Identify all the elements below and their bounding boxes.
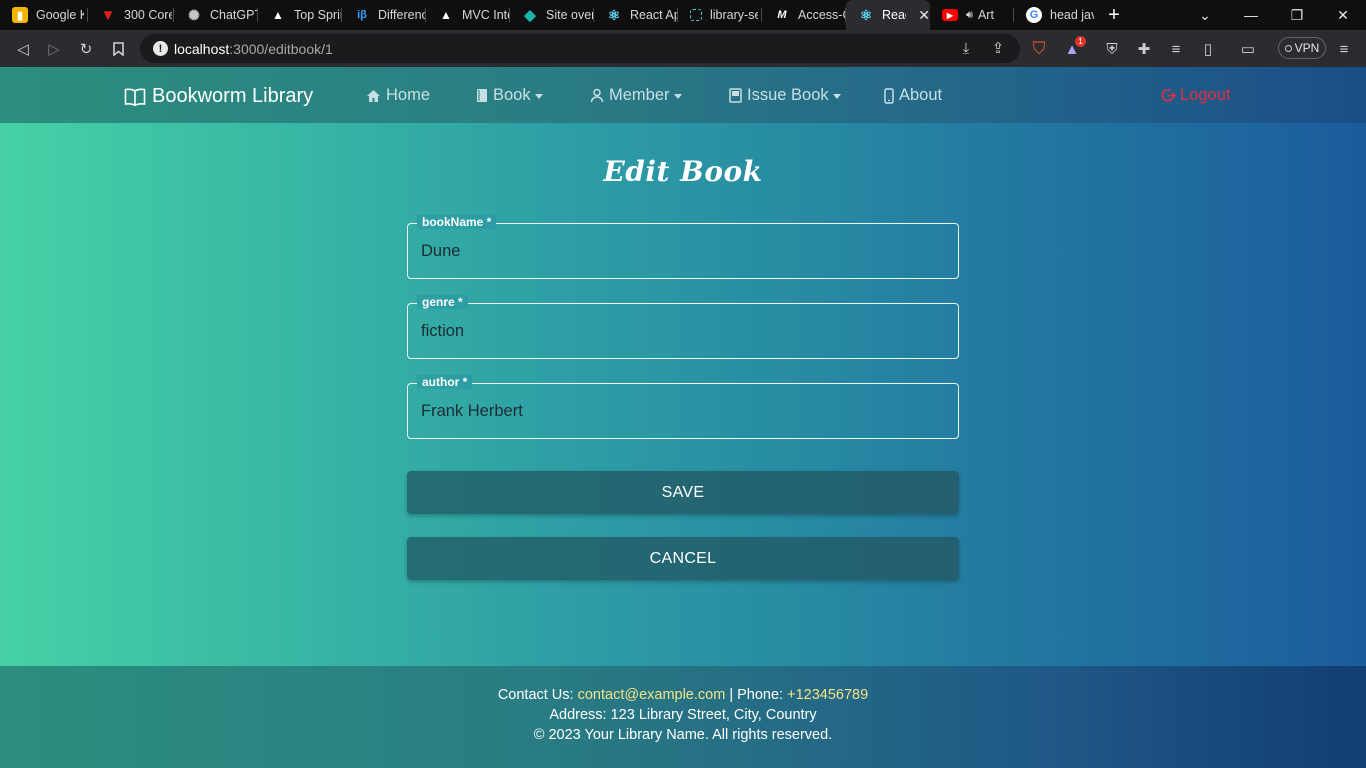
browser-tab[interactable]: G head java: [1014, 0, 1094, 30]
caret-down-icon: [534, 93, 543, 99]
nav-book-dropdown[interactable]: Book: [476, 86, 543, 105]
baeldung-icon: ▲: [272, 8, 284, 22]
chatgpt-icon: ✺: [188, 6, 200, 23]
logout-link[interactable]: Logout: [1161, 86, 1230, 105]
minimize-button[interactable]: —: [1228, 0, 1274, 30]
browser-tab-strip: ▮ Google K ▼ 300 Core ✺ ChatGPT ▲ Top Sp…: [0, 0, 1366, 30]
shield-icon[interactable]: ⛨: [1101, 38, 1123, 60]
restore-button[interactable]: ❐: [1274, 0, 1320, 30]
browser-tab[interactable]: ▼ 300 Core: [88, 0, 174, 30]
brand-link[interactable]: Bookworm Library: [124, 85, 313, 108]
person-icon: [590, 88, 604, 103]
back-icon[interactable]: ◁: [12, 38, 34, 60]
footer-phone-link[interactable]: +123456789: [787, 687, 868, 703]
author-input[interactable]: [408, 384, 958, 438]
install-app-icon[interactable]: ⤓: [955, 37, 977, 59]
book-name-field[interactable]: bookName *: [407, 215, 959, 279]
open-book-icon: [124, 88, 146, 106]
google-keep-icon: ▮: [12, 7, 28, 23]
footer-address: Address: 123 Library Street, City, Count…: [549, 707, 817, 723]
close-window-button[interactable]: ✕: [1320, 0, 1366, 30]
journal-icon: [729, 88, 742, 103]
footer-email-link[interactable]: contact@example.com: [578, 687, 726, 703]
codesandbox-icon: [690, 9, 702, 21]
menu-icon[interactable]: ≡: [1333, 38, 1355, 60]
browser-tab[interactable]: library-se: [678, 0, 762, 30]
notification-badge: 1: [1075, 36, 1086, 47]
nav-issue-book-dropdown[interactable]: Issue Book: [729, 86, 841, 105]
phone-icon: [884, 87, 894, 104]
save-button[interactable]: SAVE: [407, 471, 959, 514]
nav-about[interactable]: About: [884, 86, 942, 105]
brave-shields-icon[interactable]: ⛉: [1028, 38, 1050, 60]
sidebar-icon[interactable]: ▯: [1197, 38, 1219, 60]
address-bar[interactable]: ! localhost:3000/editbook/1 ⤓ ⇪: [140, 34, 1020, 63]
reload-icon[interactable]: ↻: [75, 38, 97, 60]
nav-member-dropdown[interactable]: Member: [590, 86, 682, 105]
browser-tab[interactable]: ◆ Site over: [510, 0, 594, 30]
wallet-icon[interactable]: ▭: [1237, 38, 1259, 60]
caret-down-icon: [673, 93, 682, 99]
ib-icon: iβ: [357, 9, 367, 21]
browser-tab[interactable]: iβ Differenc: [342, 0, 426, 30]
browser-tab[interactable]: ⚛ React Ap: [594, 0, 678, 30]
share-icon[interactable]: ⇪: [987, 37, 1009, 59]
site-info-icon[interactable]: !: [153, 41, 168, 56]
browser-tab[interactable]: ▮ Google K: [0, 0, 88, 30]
book-name-input[interactable]: [408, 224, 958, 278]
page-title: Edit Book: [603, 155, 763, 188]
audio-playing-icon[interactable]: 🔊︎: [966, 9, 973, 22]
new-tab-button[interactable]: +: [1094, 0, 1134, 30]
react-icon: ⚛: [607, 6, 621, 23]
browser-tab[interactable]: M Access-C: [762, 0, 846, 30]
logout-icon: [1161, 89, 1176, 102]
browser-tab[interactable]: ✺ ChatGPT: [174, 0, 258, 30]
browser-tab[interactable]: ▲ MVC Inte: [426, 0, 510, 30]
google-icon: G: [1026, 7, 1042, 23]
baeldung-icon: ▲: [440, 8, 452, 22]
genre-input[interactable]: [408, 304, 958, 358]
v-logo-icon: ▼: [100, 6, 116, 24]
home-icon: [367, 89, 380, 102]
page: Bookworm Library Home Book Member Issue …: [0, 67, 1366, 768]
author-field[interactable]: author *: [407, 375, 959, 439]
footer-contact-line: Contact Us: contact@example.com | Phone:…: [497, 687, 869, 703]
navbar: Bookworm Library Home Book Member Issue …: [0, 67, 1366, 123]
react-icon: ⚛: [859, 6, 873, 23]
browser-tab[interactable]: ▲ Top Sprin: [258, 0, 342, 30]
footer: Contact Us: contact@example.com | Phone:…: [0, 666, 1366, 768]
forward-icon[interactable]: ▷: [43, 38, 65, 60]
url-text[interactable]: localhost:3000/editbook/1: [174, 41, 333, 57]
nav-home[interactable]: Home: [366, 86, 430, 105]
mdn-icon: M: [777, 9, 787, 21]
vpn-dot-icon: [1284, 44, 1292, 52]
close-tab-icon[interactable]: ✕: [918, 7, 930, 24]
browser-toolbar: ◁ ▷ ↻ ! localhost:3000/editbook/1 ⤓ ⇪ ⛉ …: [0, 30, 1366, 67]
vpn-button[interactable]: VPN: [1278, 37, 1326, 59]
book-icon: [477, 89, 487, 102]
extensions-icon[interactable]: ✚: [1133, 38, 1155, 60]
cancel-button[interactable]: CANCEL: [407, 537, 959, 580]
diamond-icon: ◆: [524, 7, 536, 24]
playlist-icon[interactable]: ≡: [1165, 38, 1187, 60]
caret-down-icon: [832, 93, 841, 99]
bookmark-icon[interactable]: [107, 38, 129, 60]
browser-tab-active[interactable]: ⚛ React ✕: [846, 0, 930, 30]
youtube-icon: ▶: [942, 9, 958, 21]
genre-field[interactable]: genre *: [407, 295, 959, 359]
browser-tab[interactable]: ▶ 🔊︎ Art M: [930, 0, 1014, 30]
tab-search-chevron-icon[interactable]: ⌄: [1182, 0, 1228, 30]
footer-copyright: © 2023 Your Library Name. All rights res…: [533, 727, 833, 743]
